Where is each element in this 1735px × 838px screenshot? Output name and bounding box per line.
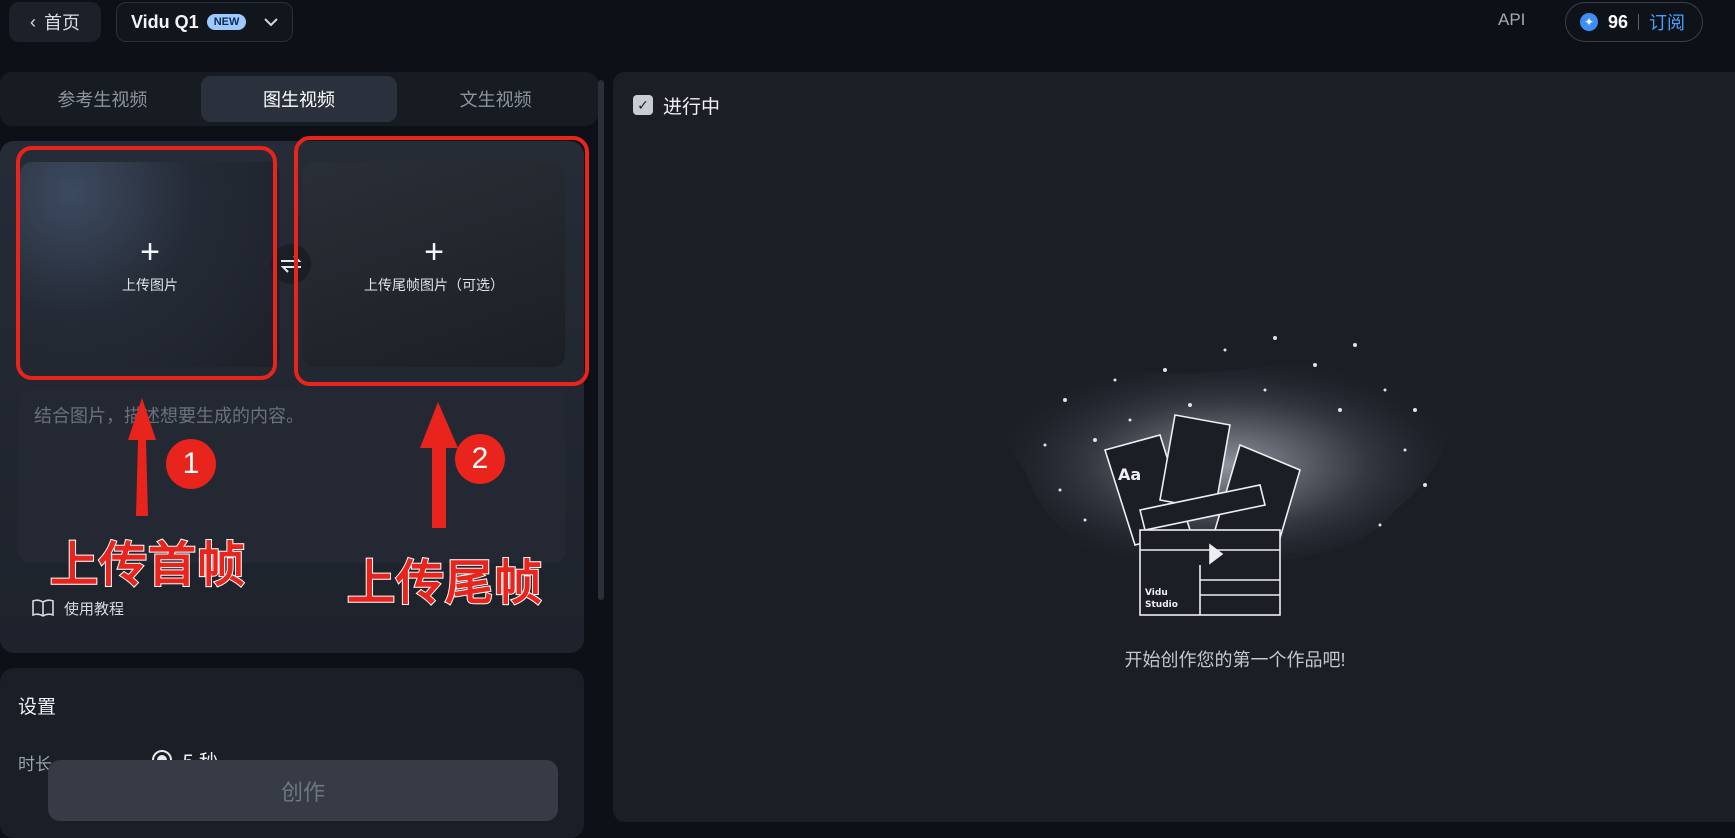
credits-value: 96 xyxy=(1608,11,1629,32)
annotation-marker-2: 2 xyxy=(455,434,505,484)
tutorial-label: 使用教程 xyxy=(64,600,125,618)
api-link[interactable]: API xyxy=(1498,10,1525,34)
credit-coin-icon: ✦ xyxy=(1580,13,1598,31)
credits-pill[interactable]: ✦ 96 订阅 xyxy=(1565,2,1703,42)
duration-label: 时长 xyxy=(18,755,52,774)
tab-image-to-video[interactable]: 图生视频 xyxy=(200,76,398,122)
annotation-box-last-frame xyxy=(294,136,589,386)
mode-tabs: 参考生视频 图生视频 文生视频 xyxy=(0,72,598,126)
divider xyxy=(1638,14,1640,30)
annotation-text-last-frame: 上传尾帧 xyxy=(346,556,544,611)
left-scrollbar[interactable] xyxy=(598,80,604,600)
empty-state-message: 开始创作您的第一个作品吧! xyxy=(1124,650,1346,670)
back-home-button[interactable]: ‹ 首页 xyxy=(9,2,101,42)
in-progress-checkbox[interactable]: ✓ xyxy=(633,95,653,115)
empty-state-illustration: Aa Vidu Studio xyxy=(998,336,1457,616)
illustration-brand-sub: Studio xyxy=(1145,600,1178,610)
tab-text-to-video[interactable]: 文生视频 xyxy=(397,76,594,122)
new-badge: NEW xyxy=(206,14,247,30)
tab-reference-video[interactable]: 参考生视频 xyxy=(4,76,201,122)
illustration-text-aa: Aa xyxy=(1118,465,1141,484)
annotation-box-first-frame xyxy=(16,146,277,380)
create-button[interactable]: 创作 xyxy=(48,760,558,821)
chevron-down-icon xyxy=(264,18,278,27)
annotation-marker-1: 1 xyxy=(166,439,216,489)
model-selector[interactable]: Vidu Q1 NEW xyxy=(116,2,293,42)
subscribe-link[interactable]: 订阅 xyxy=(1649,9,1685,35)
back-home-label: 首页 xyxy=(44,13,80,33)
settings-title: 设置 xyxy=(18,697,57,718)
in-progress-label: 进行中 xyxy=(663,97,721,118)
model-name: Vidu Q1 xyxy=(131,11,199,32)
book-icon xyxy=(32,599,54,617)
chevron-left-icon: ‹ xyxy=(30,11,36,32)
tutorial-link[interactable]: 使用教程 xyxy=(32,596,124,620)
annotation-text-first-frame: 上传首帧 xyxy=(49,538,247,593)
illustration-brand: Vidu xyxy=(1145,588,1168,598)
